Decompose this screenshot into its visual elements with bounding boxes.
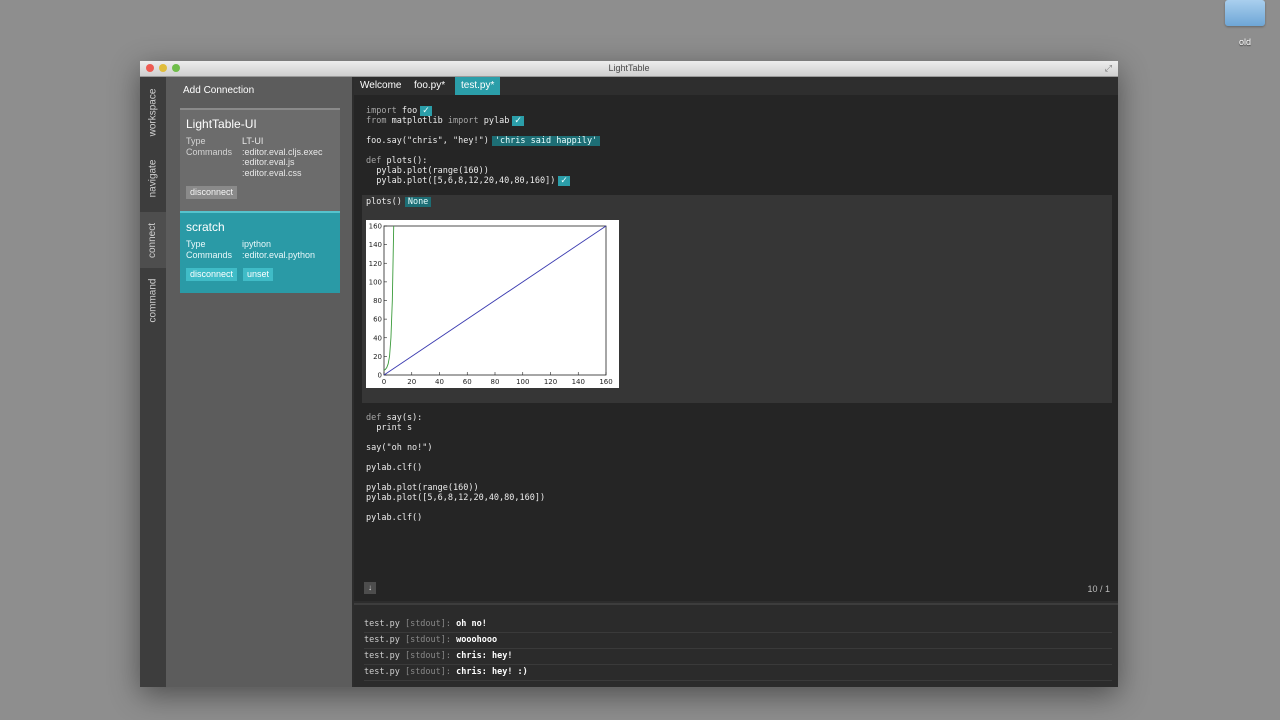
file-tab-bar: Welcome foo.py* test.py* xyxy=(354,77,1118,95)
vertical-tab-bar: workspace navigate connect command xyxy=(140,77,166,687)
console-row: test.py [stdout]: chris: hey! xyxy=(364,649,1112,665)
x-tick-label: 40 xyxy=(435,378,444,386)
disconnect-button[interactable]: disconnect xyxy=(186,186,238,199)
tab-welcome[interactable]: Welcome xyxy=(354,77,408,95)
code-line: say("oh no!") xyxy=(366,443,433,453)
inline-result: None xyxy=(404,197,432,207)
y-tick-label: 0 xyxy=(378,372,382,380)
x-tick-label: 140 xyxy=(572,378,585,386)
command-value: :editor.eval.js xyxy=(242,157,295,167)
connections-panel: Add Connection LightTable-UI Type LT-UI … xyxy=(166,77,352,687)
type-value: LT-UI xyxy=(242,136,264,146)
add-connection-button[interactable]: Add Connection xyxy=(183,85,254,96)
desktop-folder-label: old xyxy=(1238,37,1251,47)
commands-label: Commands xyxy=(186,250,233,260)
commands-label: Commands xyxy=(186,147,233,157)
y-tick-label: 20 xyxy=(373,353,382,361)
tab-connect[interactable]: connect xyxy=(140,212,166,268)
disconnect-button[interactable]: disconnect xyxy=(186,268,238,281)
command-value: :editor.eval.css xyxy=(242,168,302,178)
code-line: pylab.plot([5,6,8,12,20,40,80,160]) ✓ xyxy=(366,176,570,186)
fullscreen-icon[interactable]: ⤢ xyxy=(1105,63,1112,74)
code-line: pylab.clf() xyxy=(366,513,423,523)
code-line: foo.say("chris", "hey!")'chris said happ… xyxy=(366,136,601,146)
y-tick-label: 100 xyxy=(369,278,382,286)
connection-card-lighttable-ui[interactable]: LightTable-UI Type LT-UI Commands :edito… xyxy=(180,108,340,212)
x-tick-label: 0 xyxy=(382,378,386,386)
x-tick-label: 160 xyxy=(599,378,612,386)
folder-icon xyxy=(1225,0,1265,26)
code-line: print s xyxy=(366,423,413,433)
y-tick-label: 140 xyxy=(369,241,382,249)
scroll-down-icon[interactable]: ↓ xyxy=(364,582,376,594)
x-tick-label: 100 xyxy=(516,378,529,386)
title-bar[interactable]: LightTable ⤢ xyxy=(140,61,1118,77)
plot-result-block: plots() None 0 20 40 60 80 100 120 140 160 0 20 40 60… xyxy=(362,195,1112,403)
type-label: Type xyxy=(186,239,206,249)
y-tick-label: 40 xyxy=(373,334,382,342)
code-line: pylab.clf() xyxy=(366,463,423,473)
command-value: :editor.eval.python xyxy=(242,250,316,260)
command-value: :editor.eval.cljs.exec xyxy=(242,147,323,157)
type-label: Type xyxy=(186,136,206,146)
connection-name: LightTable-UI xyxy=(186,117,257,131)
eval-success-icon: ✓ xyxy=(558,176,570,186)
tab-workspace[interactable]: workspace xyxy=(140,79,166,145)
code-line: def say(s): xyxy=(366,413,423,423)
inline-result: 'chris said happily' xyxy=(491,136,601,146)
code-line: pylab.plot(range(160)) xyxy=(366,166,489,176)
tab-command[interactable]: command xyxy=(140,271,166,329)
connection-name: scratch xyxy=(186,220,225,234)
code-line: pylab.plot(range(160)) xyxy=(366,483,479,493)
editor-area[interactable]: Welcome foo.py* test.py* import foo ✓ fro… xyxy=(354,77,1118,601)
y-tick-label: 80 xyxy=(373,297,382,305)
console-row: test.py [stdout]: chris: hey! :) xyxy=(364,665,1112,681)
tab-foo-py[interactable]: foo.py* xyxy=(408,77,451,95)
line-chart: 0 20 40 60 80 100 120 140 160 0 20 40 60 80 100 120 140 1… xyxy=(369,223,613,387)
code-line: def plots(): xyxy=(366,156,428,166)
matplotlib-plot: 0 20 40 60 80 100 120 140 160 0 20 40 60 80 100 120 140 1… xyxy=(366,220,619,388)
eval-success-icon: ✓ xyxy=(420,106,432,116)
x-tick-label: 60 xyxy=(463,378,472,386)
console-row: test.py [stdout]: oh no! xyxy=(364,617,1112,633)
desktop-folder-old[interactable]: old xyxy=(1222,0,1268,47)
code-line: from matplotlib import pylab ✓ xyxy=(366,116,524,126)
y-tick-label: 160 xyxy=(369,223,382,231)
x-tick-label: 120 xyxy=(544,378,557,386)
connection-card-scratch[interactable]: scratch Type ipython Commands :editor.ev… xyxy=(180,211,340,293)
console-row: test.py [stdout]: wooohooo xyxy=(364,633,1112,649)
code-line: pylab.plot([5,6,8,12,20,40,80,160]) xyxy=(366,493,546,503)
y-tick-label: 60 xyxy=(373,316,382,324)
tab-navigate[interactable]: navigate xyxy=(140,147,166,209)
page-indicator: 10 / 1 xyxy=(1087,584,1110,594)
window-title: LightTable xyxy=(608,63,650,73)
eval-success-icon: ✓ xyxy=(512,116,524,126)
tab-test-py[interactable]: test.py* xyxy=(455,77,501,95)
lighttable-window: LightTable ⤢ workspace navigate connect … xyxy=(140,61,1118,687)
type-value: ipython xyxy=(242,239,272,249)
unset-button[interactable]: unset xyxy=(243,268,274,281)
x-tick-label: 20 xyxy=(407,378,416,386)
console-panel[interactable]: test.py [stdout]: oh no! test.py [stdout… xyxy=(354,603,1118,687)
x-tick-label: 80 xyxy=(491,378,500,386)
y-tick-label: 120 xyxy=(369,260,382,268)
code-line: plots() None xyxy=(366,197,432,207)
code-line: import foo ✓ xyxy=(366,106,432,116)
